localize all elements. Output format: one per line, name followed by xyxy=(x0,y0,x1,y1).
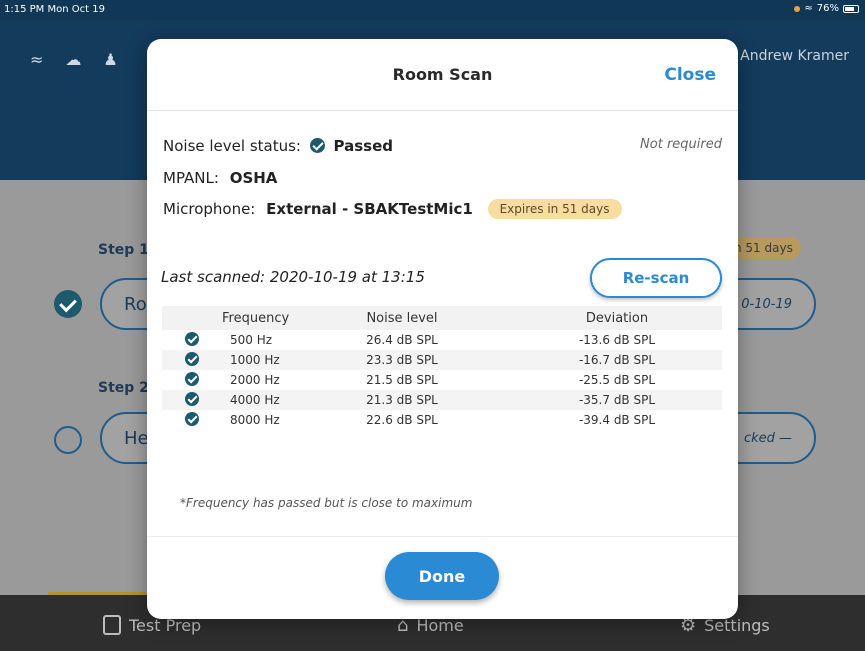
table-header-row: Frequency Noise level Deviation xyxy=(162,306,722,330)
row-frequency: 4000 Hz xyxy=(222,390,292,410)
row-frequency: 500 Hz xyxy=(230,333,273,347)
room-scan-modal: Room Scan Close Noise level status: Pass… xyxy=(147,39,738,619)
row-deviation: -16.7 dB SPL xyxy=(512,350,722,370)
passed-check-icon xyxy=(185,371,199,386)
table-row: 4000 Hz 21.3 dB SPL -35.7 dB SPL xyxy=(162,390,722,410)
row-noise: 22.6 dB SPL xyxy=(366,413,438,427)
last-scanned-text: Last scanned: 2020-10-19 at 13:15 xyxy=(161,268,425,286)
row-frequency: 2000 Hz xyxy=(230,373,280,387)
close-button[interactable]: Close xyxy=(664,65,716,85)
cloud-upload-icon: ☁ xyxy=(65,50,82,69)
passed-check-icon xyxy=(185,351,199,366)
step-1-right-text: 0-10-19 xyxy=(741,296,792,312)
footer-divider xyxy=(147,536,738,537)
user-name[interactable]: Andrew Kramer xyxy=(740,48,849,64)
row-deviation: -13.6 dB SPL xyxy=(578,333,656,347)
passed-check-icon xyxy=(185,391,199,406)
row-frequency: 1000 Hz xyxy=(222,350,292,370)
step-2-pill-text: He xyxy=(124,427,149,449)
user-icon: ♟ xyxy=(103,50,118,69)
row-deviation: -35.7 dB SPL xyxy=(512,390,722,410)
noise-status-row: Noise level status: Passed xyxy=(163,137,393,155)
step-1-pill-text: Ro xyxy=(124,293,147,315)
noise-status-label: Noise level status: xyxy=(163,137,301,155)
row-frequency: 8000 Hz xyxy=(230,413,280,427)
passed-check-icon xyxy=(185,331,199,346)
row-noise: 23.3 dB SPL xyxy=(292,350,512,370)
noise-status-value: Passed xyxy=(333,137,394,155)
modal-title: Room Scan xyxy=(392,65,493,84)
status-bar: 1:15 PM Mon Oct 19 ≈ 76% xyxy=(0,0,865,20)
row-status xyxy=(162,390,222,410)
table-row: 2000 Hz 21.5 dB SPL -25.5 dB SPL xyxy=(162,370,722,390)
rescan-button[interactable]: Re-scan xyxy=(590,258,722,298)
passed-check-icon xyxy=(185,411,199,426)
done-button[interactable]: Done xyxy=(385,552,499,600)
row-noise: 21.3 dB SPL xyxy=(292,390,512,410)
table-row: 8000 Hz 22.6 dB SPL -39.4 dB SPL xyxy=(162,410,722,430)
row-status xyxy=(162,330,222,350)
table-header-status xyxy=(162,306,222,330)
wifi-icon: ≈ xyxy=(30,50,44,69)
clipboard-icon xyxy=(103,615,121,635)
not-required-text: Not required xyxy=(640,137,722,152)
battery-icon xyxy=(843,4,859,13)
row-status xyxy=(162,350,222,370)
status-right: ≈ 76% xyxy=(794,3,859,14)
mpanl-label: MPANL: xyxy=(163,169,219,187)
battery-percent: 76% xyxy=(816,3,839,14)
passed-check-icon xyxy=(309,138,325,153)
row-deviation: -25.5 dB SPL xyxy=(578,373,656,387)
row-noise: 21.5 dB SPL xyxy=(366,373,438,387)
row-status xyxy=(162,410,222,430)
step-2-right-text: cked — xyxy=(743,430,792,446)
status-time: 1:15 PM Mon Oct 19 xyxy=(4,4,105,15)
mpanl-value: OSHA xyxy=(229,169,278,187)
footnote-text: *Frequency has passed but is close to ma… xyxy=(180,496,473,510)
row-status xyxy=(162,370,222,390)
table-row: 1000 Hz 23.3 dB SPL -16.7 dB SPL xyxy=(162,350,722,370)
step-2-circle-icon xyxy=(54,426,82,454)
mpanl-row: MPANL: OSHA xyxy=(163,169,277,187)
wifi-icon: ≈ xyxy=(804,3,813,14)
microphone-value: External - SBAKTestMic1 xyxy=(266,200,473,218)
expires-badge: Expires in 51 days xyxy=(487,199,622,219)
row-deviation: -39.4 dB SPL xyxy=(578,413,656,427)
table-row: 500 Hz 26.4 dB SPL -13.6 dB SPL xyxy=(162,330,722,350)
row-noise: 26.4 dB SPL xyxy=(366,333,438,347)
microphone-row: Microphone: External - SBAKTestMic1 Expi… xyxy=(163,199,622,219)
modal-header: Room Scan Close xyxy=(147,39,738,111)
step-1-check-icon xyxy=(54,290,82,318)
microphone-label: Microphone: xyxy=(163,200,256,218)
table-header-frequency: Frequency xyxy=(222,306,292,330)
table-header-deviation: Deviation xyxy=(512,306,722,330)
step-2-label: Step 2 xyxy=(98,380,149,396)
step-1-label: Step 1 xyxy=(98,242,149,258)
header-icons: ≈ ☁ ♟ xyxy=(30,50,118,69)
table-header-noise: Noise level xyxy=(292,306,512,330)
frequency-table: Frequency Noise level Deviation 500 Hz 2… xyxy=(162,306,722,430)
recording-dot-icon xyxy=(794,5,801,12)
